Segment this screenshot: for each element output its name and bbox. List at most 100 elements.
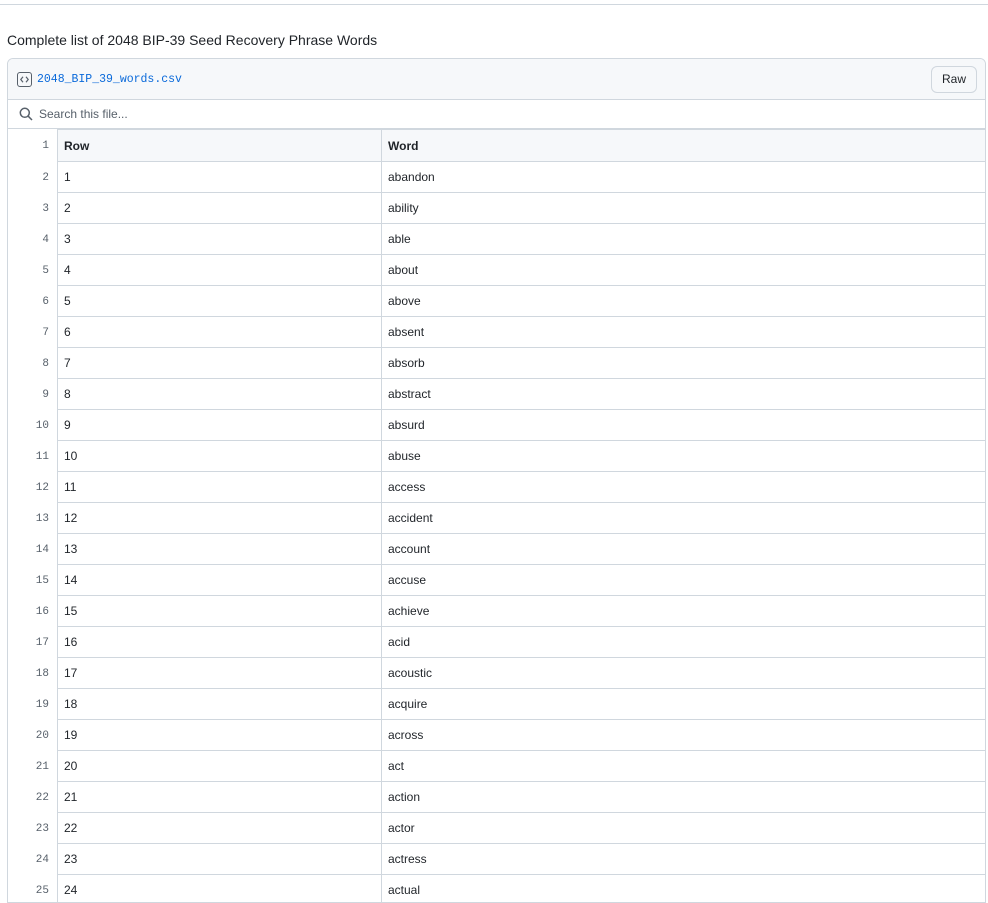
word-cell: across <box>381 720 985 751</box>
table-row: 15 14 accuse <box>8 565 985 596</box>
table-row: 22 21 action <box>8 782 985 813</box>
column-header-word: Word <box>381 129 985 162</box>
row-number-cell: 16 <box>57 627 381 658</box>
line-number: 22 <box>35 791 49 804</box>
row-number-cell: 8 <box>57 379 381 410</box>
line-number: 21 <box>35 760 49 773</box>
line-number: 6 <box>42 295 49 308</box>
table-row: 18 17 acoustic <box>8 658 985 689</box>
row-number-cell: 11 <box>57 472 381 503</box>
line-number: 4 <box>42 233 49 246</box>
row-number-cell: 23 <box>57 844 381 875</box>
row-number-cell: 1 <box>57 162 381 193</box>
table-row: 24 23 actress <box>8 844 985 875</box>
line-number: 14 <box>35 543 49 556</box>
search-bar <box>8 100 985 129</box>
table-row: 10 9 absurd <box>8 410 985 441</box>
word-cell: abandon <box>381 162 985 193</box>
table-row: 5 4 about <box>8 255 985 286</box>
search-icon <box>19 107 33 121</box>
line-number: 3 <box>42 202 49 215</box>
line-number: 2 <box>42 171 49 184</box>
row-number-cell: 4 <box>57 255 381 286</box>
row-number-cell: 18 <box>57 689 381 720</box>
row-number-cell: 21 <box>57 782 381 813</box>
line-number: 24 <box>35 853 49 866</box>
word-cell: absorb <box>381 348 985 379</box>
table-row: 13 12 accident <box>8 503 985 534</box>
row-number-cell: 3 <box>57 224 381 255</box>
line-number: 16 <box>35 605 49 618</box>
file-viewer: 2048_BIP_39_words.csv Raw 1 Row Word 21a… <box>7 58 986 903</box>
word-cell: actor <box>381 813 985 844</box>
row-number-cell: 24 <box>57 875 381 902</box>
table-row: 2 1 abandon <box>8 162 985 193</box>
table-row: 3 2 ability <box>8 193 985 224</box>
word-cell: above <box>381 286 985 317</box>
row-number-cell: 5 <box>57 286 381 317</box>
line-number: 11 <box>35 450 49 463</box>
row-number-cell: 15 <box>57 596 381 627</box>
line-number: 7 <box>42 326 49 339</box>
top-divider <box>0 0 988 5</box>
row-number-cell: 14 <box>57 565 381 596</box>
word-cell: absurd <box>381 410 985 441</box>
table-row: 7 6 absent <box>8 317 985 348</box>
row-number-cell: 12 <box>57 503 381 534</box>
table-row: 19 18 acquire <box>8 689 985 720</box>
table-row: 4 3 able <box>8 224 985 255</box>
table-row: 17 16 acid <box>8 627 985 658</box>
word-cell: accident <box>381 503 985 534</box>
table-row: 23 22 actor <box>8 813 985 844</box>
row-number-cell: 20 <box>57 751 381 782</box>
word-cell: account <box>381 534 985 565</box>
table-row: 11 10 abuse <box>8 441 985 472</box>
file-name-link[interactable]: 2048_BIP_39_words.csv <box>37 73 182 86</box>
line-number: 10 <box>35 419 49 432</box>
word-cell: absent <box>381 317 985 348</box>
word-cell: acquire <box>381 689 985 720</box>
line-number: 17 <box>35 636 49 649</box>
table-row: 21 20 act <box>8 751 985 782</box>
table-row: 20 19 across <box>8 720 985 751</box>
line-number: 8 <box>42 357 49 370</box>
row-number-cell: 7 <box>57 348 381 379</box>
page-caption: Complete list of 2048 BIP-39 Seed Recove… <box>7 32 378 48</box>
word-cell: ability <box>381 193 985 224</box>
word-cell: actress <box>381 844 985 875</box>
table-row: 25 24 actual <box>8 875 985 902</box>
word-cell: about <box>381 255 985 286</box>
file-header: 2048_BIP_39_words.csv Raw <box>8 59 985 100</box>
table-row: 8 7 absorb <box>8 348 985 379</box>
word-cell: achieve <box>381 596 985 627</box>
row-number-cell: 19 <box>57 720 381 751</box>
column-header-row: Row <box>57 129 381 162</box>
line-number: 1 <box>42 139 49 152</box>
line-number: 5 <box>42 264 49 277</box>
word-cell: abstract <box>381 379 985 410</box>
word-cell: accuse <box>381 565 985 596</box>
table-header-row: 1 Row Word <box>8 129 985 162</box>
table-row: 14 13 account <box>8 534 985 565</box>
code-square-icon <box>17 71 32 87</box>
raw-button[interactable]: Raw <box>930 65 977 93</box>
word-cell: act <box>381 751 985 782</box>
row-number-cell: 2 <box>57 193 381 224</box>
line-number: 18 <box>35 667 49 680</box>
table-row: 6 5 above <box>8 286 985 317</box>
word-cell: able <box>381 224 985 255</box>
line-number: 15 <box>35 574 49 587</box>
line-number: 20 <box>35 729 49 742</box>
word-cell: access <box>381 472 985 503</box>
line-number: 9 <box>42 388 49 401</box>
line-number: 19 <box>35 698 49 711</box>
row-number-cell: 22 <box>57 813 381 844</box>
word-cell: actual <box>381 875 985 902</box>
row-number-cell: 6 <box>57 317 381 348</box>
search-input[interactable] <box>39 107 639 121</box>
line-number: 25 <box>35 884 49 897</box>
table-row: 12 11 access <box>8 472 985 503</box>
row-number-cell: 13 <box>57 534 381 565</box>
row-number-cell: 10 <box>57 441 381 472</box>
word-cell: abuse <box>381 441 985 472</box>
